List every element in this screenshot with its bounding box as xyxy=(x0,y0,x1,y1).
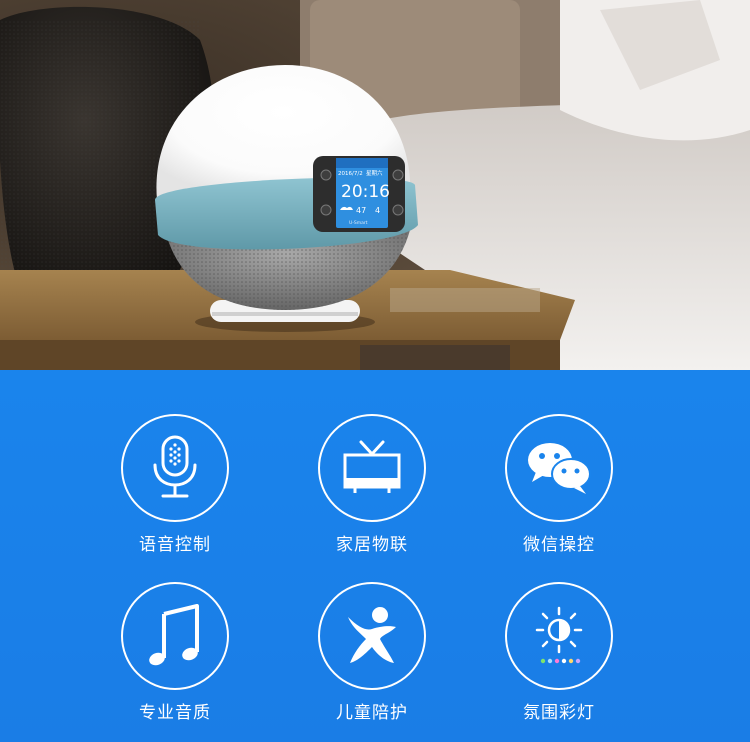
feature-wechat-control: 微信操控 xyxy=(469,414,649,556)
feature-label: 氛围彩灯 xyxy=(523,703,595,723)
features-panel: 语音控制 家居物联 微信操控 专业音质 儿童陪护 氛围彩灯 xyxy=(0,370,750,742)
device-screen-date: 2016/7/2 xyxy=(338,171,363,177)
device-screen-reading-right: 4 xyxy=(375,206,380,215)
feature-label: 专业音质 xyxy=(139,703,211,723)
feature-sound-quality: 专业音质 xyxy=(85,582,265,724)
feature-smart-home: 家居物联 xyxy=(282,414,462,556)
feature-label: 语音控制 xyxy=(139,535,211,555)
product-page: 2016/7/2 星期六 20:16 47 4 U-Smart 语音控制 家居物… xyxy=(0,0,750,742)
feature-circle xyxy=(318,582,426,690)
feature-ambient-light: 氛围彩灯 xyxy=(469,582,649,724)
feature-circle xyxy=(121,582,229,690)
light-icon xyxy=(535,606,583,664)
product-photo: 2016/7/2 星期六 20:16 47 4 U-Smart xyxy=(0,0,750,370)
feature-child-care: 儿童陪护 xyxy=(282,582,462,724)
feature-circle xyxy=(121,414,229,522)
music-note-icon xyxy=(149,604,199,666)
feature-circle xyxy=(505,582,613,690)
microphone-icon xyxy=(153,435,197,498)
tv-icon xyxy=(343,440,401,493)
feature-circle xyxy=(318,414,426,522)
device-screen-reading-left: 47 xyxy=(356,206,366,215)
feature-label: 儿童陪护 xyxy=(336,703,408,723)
feature-label: 家居物联 xyxy=(336,535,408,555)
device-screen-weekday: 星期六 xyxy=(366,169,383,177)
feature-circle xyxy=(505,414,613,522)
device-screen-time: 20:16 xyxy=(341,182,390,202)
device-screen-footer: U-Smart xyxy=(349,220,368,226)
feature-voice-control: 语音控制 xyxy=(85,414,265,556)
child-figure-icon xyxy=(348,607,396,663)
wechat-icon xyxy=(528,443,591,494)
feature-label: 微信操控 xyxy=(523,535,595,555)
